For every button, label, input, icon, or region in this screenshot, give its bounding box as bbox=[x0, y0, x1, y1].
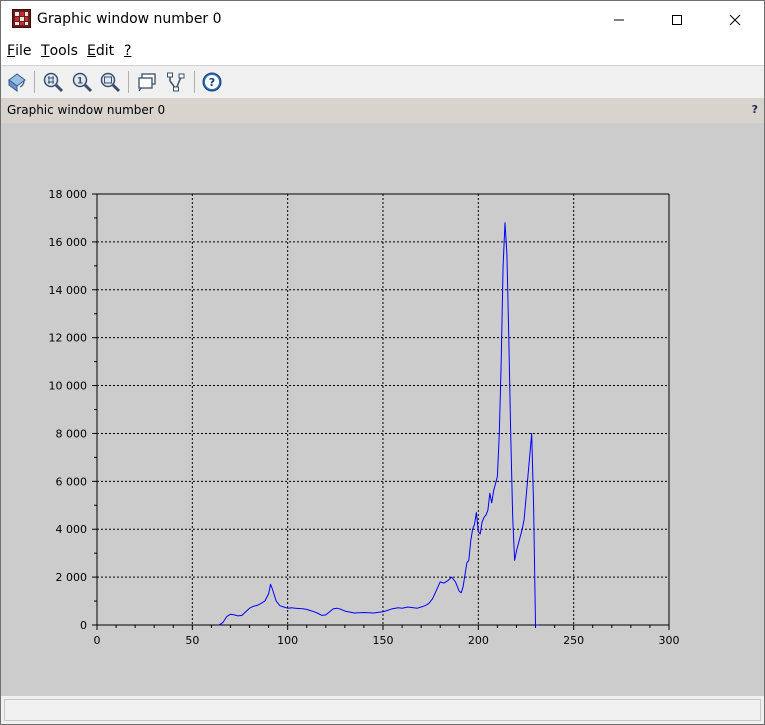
status-bar bbox=[1, 696, 764, 724]
zoom-original-button[interactable]: 1 bbox=[70, 70, 94, 94]
menu-edit-mnemonic: E bbox=[87, 43, 96, 59]
menu-tools[interactable]: Tools bbox=[41, 43, 78, 59]
datatip-icon bbox=[138, 73, 156, 92]
zoom-in-icon bbox=[43, 72, 64, 93]
toolbar-separator bbox=[128, 71, 129, 93]
maximize-icon bbox=[672, 15, 682, 25]
y-tick-label: 2 000 bbox=[56, 571, 88, 584]
menu-tools-label: ools bbox=[49, 43, 78, 59]
menu-help[interactable]: ? bbox=[124, 43, 131, 59]
zoom-region-icon bbox=[100, 72, 121, 93]
x-tick-label: 0 bbox=[94, 634, 101, 647]
toolbar: 1 ? bbox=[1, 65, 764, 98]
y-tick-label: 16 000 bbox=[49, 236, 88, 249]
toolbar-separator bbox=[194, 71, 195, 93]
info-bar: Graphic window number 0 ? bbox=[1, 98, 764, 123]
y-tick-label: 10 000 bbox=[49, 380, 88, 393]
rotate-button[interactable] bbox=[5, 70, 29, 94]
zoom-original-icon: 1 bbox=[72, 72, 93, 93]
x-tick-label: 300 bbox=[659, 634, 680, 647]
y-tick-label: 12 000 bbox=[49, 332, 88, 345]
help-icon: ? bbox=[202, 72, 222, 92]
plot-canvas[interactable]: 0 50 100 150 200 250 300 0 2 000 4 000 6 000 8 000 1… bbox=[1, 123, 764, 696]
svg-text:1: 1 bbox=[77, 77, 83, 87]
grid-lines bbox=[97, 193, 670, 625]
menu-tools-mnemonic: T bbox=[41, 43, 50, 59]
info-bar-help-icon[interactable]: ? bbox=[752, 103, 758, 116]
toolbar-separator bbox=[34, 71, 35, 93]
scilab-app-icon bbox=[12, 9, 31, 28]
zoom-in-button[interactable] bbox=[41, 70, 65, 94]
datatip-button[interactable] bbox=[135, 70, 159, 94]
close-icon bbox=[729, 14, 741, 26]
status-field bbox=[4, 699, 761, 721]
edit-axes-icon bbox=[167, 72, 185, 92]
minimize-icon bbox=[614, 19, 624, 21]
menu-file-label: ile bbox=[15, 43, 32, 59]
x-tick-label: 100 bbox=[277, 634, 298, 647]
help-button[interactable]: ? bbox=[200, 70, 224, 94]
y-tick-label: 6 000 bbox=[56, 475, 88, 488]
y-tick-label: 8 000 bbox=[56, 427, 88, 440]
menu-edit-label: dit bbox=[95, 43, 115, 59]
svg-text:?: ? bbox=[209, 76, 215, 89]
line-chart[interactable]: 0 50 100 150 200 250 300 0 2 000 4 000 6 000 8 000 1… bbox=[1, 123, 764, 696]
maximize-button[interactable] bbox=[648, 1, 706, 39]
close-button[interactable] bbox=[706, 1, 764, 39]
menu-edit[interactable]: Edit bbox=[87, 43, 114, 59]
minimize-button[interactable] bbox=[590, 1, 648, 39]
menu-help-mnemonic: ? bbox=[124, 43, 132, 59]
menu-file-mnemonic: F bbox=[7, 43, 16, 59]
y-tick-label: 0 bbox=[80, 619, 87, 632]
info-bar-text: Graphic window number 0 bbox=[7, 103, 166, 117]
y-tick-label: 14 000 bbox=[49, 284, 88, 297]
window-title: Graphic window number 0 bbox=[37, 11, 222, 27]
y-tick-label: 18 000 bbox=[49, 188, 88, 201]
graphic-window: Graphic window number 0 File Tools Edit … bbox=[0, 0, 765, 725]
menu-file[interactable]: File bbox=[7, 43, 31, 59]
x-tick-label: 150 bbox=[373, 634, 394, 647]
y-tick-label: 4 000 bbox=[56, 523, 88, 536]
x-tick-label: 50 bbox=[185, 634, 199, 647]
x-tick-label: 250 bbox=[563, 634, 584, 647]
menu-bar: File Tools Edit ? bbox=[1, 41, 764, 63]
title-bar[interactable]: Graphic window number 0 bbox=[1, 1, 764, 39]
edit-axes-button[interactable] bbox=[164, 70, 188, 94]
zoom-region-button[interactable] bbox=[98, 70, 122, 94]
x-tick-label: 200 bbox=[468, 634, 489, 647]
rotate-icon bbox=[8, 73, 26, 92]
